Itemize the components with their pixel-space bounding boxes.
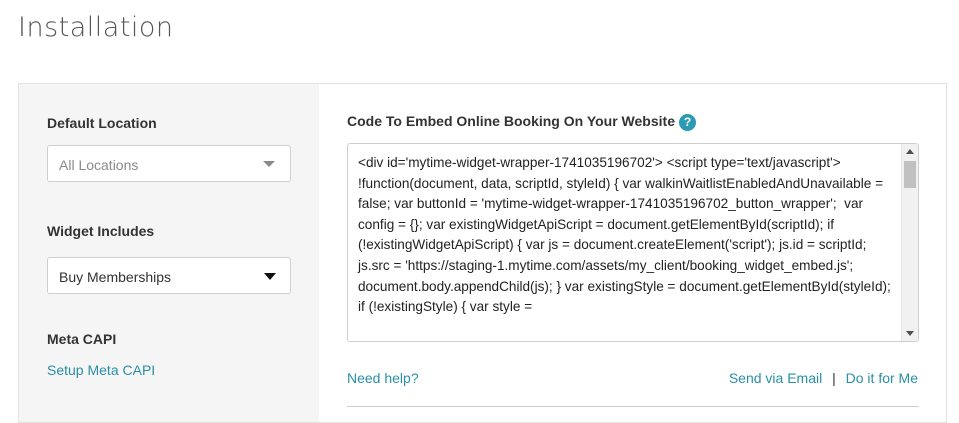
code-actions: Send via Email | Do it for Me bbox=[729, 370, 918, 386]
settings-sidebar: Default Location All Locations Widget In… bbox=[19, 84, 319, 422]
embed-code-textarea[interactable]: <div id='mytime-widget-wrapper-174103519… bbox=[347, 143, 919, 342]
embed-code-section: Code To Embed Online Booking On Your Web… bbox=[319, 84, 946, 422]
scroll-down-icon[interactable] bbox=[906, 331, 914, 336]
section-divider bbox=[347, 406, 919, 407]
default-location-label: Default Location bbox=[47, 115, 157, 131]
code-scrollbar[interactable] bbox=[901, 144, 918, 341]
do-it-for-me-link[interactable]: Do it for Me bbox=[846, 370, 918, 386]
code-heading: Code To Embed Online Booking On Your Web… bbox=[347, 113, 696, 131]
widget-includes-label: Widget Includes bbox=[47, 223, 155, 239]
chevron-down-icon bbox=[264, 273, 276, 280]
location-select-value: All Locations bbox=[59, 157, 139, 173]
location-select[interactable]: All Locations bbox=[47, 145, 291, 182]
code-heading-text: Code To Embed Online Booking On Your Web… bbox=[347, 113, 675, 129]
widget-includes-select[interactable]: Buy Memberships bbox=[47, 257, 291, 294]
page-title: Installation bbox=[18, 12, 174, 43]
chevron-down-icon bbox=[263, 161, 275, 167]
installation-panel: Default Location All Locations Widget In… bbox=[18, 83, 947, 423]
send-via-email-link[interactable]: Send via Email bbox=[729, 370, 822, 386]
meta-capi-label: Meta CAPI bbox=[47, 331, 117, 347]
scroll-thumb[interactable] bbox=[904, 161, 916, 188]
help-icon[interactable]: ? bbox=[678, 113, 696, 131]
actions-separator: | bbox=[832, 370, 836, 386]
setup-meta-capi-link[interactable]: Setup Meta CAPI bbox=[47, 362, 155, 378]
widget-select-value: Buy Memberships bbox=[59, 269, 172, 285]
embed-code-text: <div id='mytime-widget-wrapper-174103519… bbox=[358, 155, 895, 315]
need-help-link[interactable]: Need help? bbox=[347, 370, 419, 386]
scroll-up-icon[interactable] bbox=[906, 149, 914, 154]
